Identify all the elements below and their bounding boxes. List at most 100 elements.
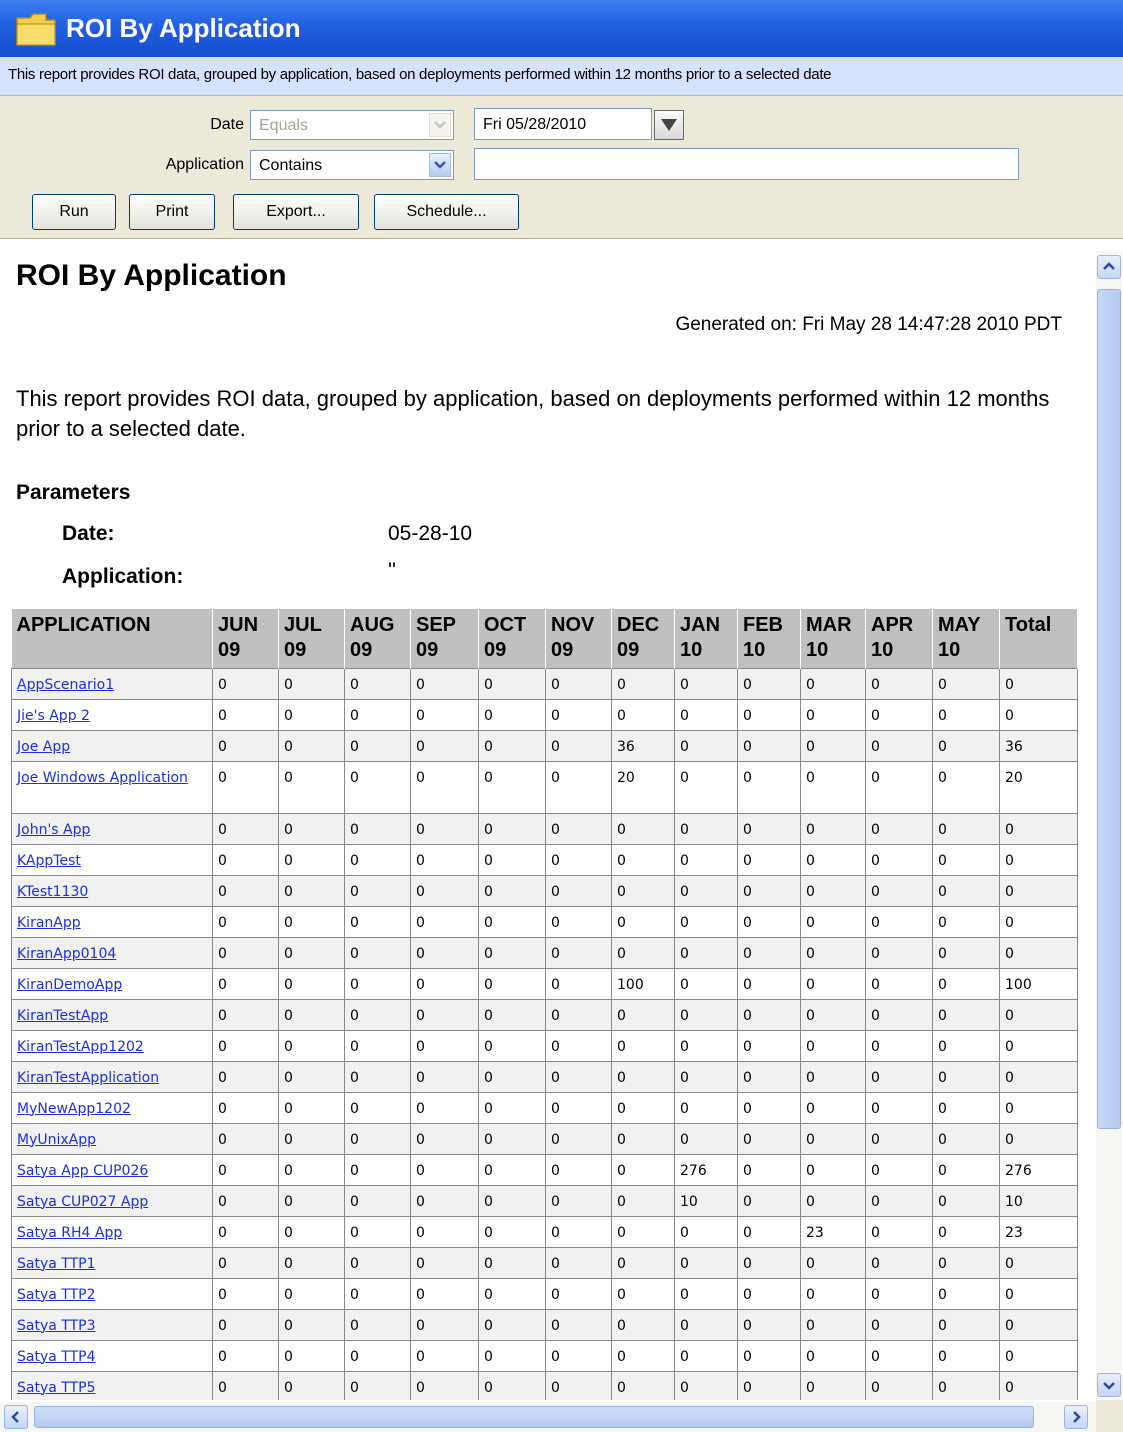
month-value-cell: 0 [344, 998, 411, 1031]
month-value-cell: 0 [278, 1215, 345, 1248]
application-link[interactable]: KAppTest [17, 853, 81, 869]
month-value-cell: 0 [865, 1184, 933, 1217]
month-value-cell: 0 [278, 1308, 345, 1341]
table-row: MyUnixApp 0 0 0 0 0 0 0 0 0 0 0 0 0 [11, 1122, 1078, 1155]
month-value-cell: 0 [611, 843, 675, 876]
application-link[interactable]: MyUnixApp [17, 1132, 96, 1148]
month-value-cell: 0 [344, 1339, 411, 1372]
horizontal-scrollbar[interactable] [0, 1402, 1096, 1432]
chevron-down-icon [1103, 1382, 1115, 1390]
calendar-dropdown-button[interactable] [654, 110, 684, 140]
month-value-cell: 0 [478, 1184, 546, 1217]
horizontal-scroll-thumb[interactable] [34, 1406, 1034, 1428]
application-link[interactable]: Satya TTP2 [17, 1287, 95, 1303]
table-row: Satya App CUP026 0 0 0 0 0 0 0 276 0 0 0 0 276 [11, 1153, 1078, 1186]
month-value-cell: 0 [478, 1153, 546, 1186]
month-value-cell: 0 [611, 1277, 675, 1310]
scroll-left-button[interactable] [4, 1405, 28, 1429]
scroll-down-button[interactable] [1097, 1373, 1121, 1397]
application-cell: KiranApp0104 [11, 936, 213, 969]
scroll-right-button[interactable] [1064, 1405, 1088, 1429]
month-value-cell: 0 [545, 812, 612, 845]
triangle-down-icon [661, 119, 677, 131]
month-value-cell: 0 [478, 998, 546, 1031]
filter-panel: Date Equals Fri 05/28/2010 Application C… [0, 96, 1123, 239]
application-link[interactable]: KiranApp0104 [17, 946, 116, 962]
month-value-cell: 0 [212, 905, 279, 938]
total-cell: 0 [999, 1339, 1078, 1372]
application-link[interactable]: Satya TTP3 [17, 1318, 95, 1334]
month-value-cell: 0 [737, 1215, 801, 1248]
application-link[interactable]: KTest1130 [17, 884, 88, 900]
total-cell: 0 [999, 1060, 1078, 1093]
application-link[interactable]: Satya App CUP026 [17, 1163, 148, 1179]
application-link[interactable]: AppScenario1 [17, 677, 114, 693]
month-value-cell: 0 [932, 1370, 1000, 1400]
application-link[interactable]: Satya RH4 App [17, 1225, 122, 1241]
scroll-up-button[interactable] [1097, 255, 1121, 279]
month-value-cell: 0 [932, 1122, 1000, 1155]
run-button[interactable]: Run [32, 194, 116, 230]
chevron-right-icon [1073, 1411, 1081, 1423]
application-link[interactable]: KiranApp [17, 915, 81, 931]
month-value-cell: 0 [737, 1122, 801, 1155]
vertical-scroll-thumb[interactable] [1097, 289, 1121, 1129]
print-button[interactable]: Print [129, 194, 215, 230]
month-value-cell: 0 [212, 698, 279, 731]
application-link[interactable]: KiranDemoApp [17, 977, 122, 993]
column-header: APR 10 [865, 609, 933, 668]
param-label-application: Application: [62, 565, 184, 588]
month-value-cell: 0 [865, 967, 933, 1000]
date-input[interactable]: Fri 05/28/2010 [474, 108, 652, 140]
export-button[interactable]: Export... [233, 194, 359, 230]
month-value-cell: 0 [800, 998, 866, 1031]
month-value-cell: 0 [344, 1122, 411, 1155]
month-value-cell: 0 [545, 1215, 612, 1248]
application-link[interactable]: KiranTestApplication [17, 1070, 159, 1086]
application-link[interactable]: Jie's App 2 [17, 708, 90, 724]
month-value-cell: 0 [278, 1184, 345, 1217]
month-value-cell: 0 [865, 812, 933, 845]
month-value-cell: 0 [545, 667, 612, 700]
schedule-button[interactable]: Schedule... [374, 194, 519, 230]
description-text: This report provides ROI data, grouped b… [8, 66, 832, 83]
application-link[interactable]: Satya CUP027 App [17, 1194, 148, 1210]
month-value-cell: 23 [800, 1215, 866, 1248]
month-value-cell: 0 [344, 1153, 411, 1186]
month-value-cell: 0 [932, 1029, 1000, 1062]
chevron-up-icon [1103, 262, 1115, 270]
window-title: ROI By Application [66, 13, 301, 43]
application-link[interactable]: Satya TTP5 [17, 1380, 95, 1396]
month-value-cell: 0 [611, 1122, 675, 1155]
column-header: SEP 09 [410, 609, 479, 668]
application-link[interactable]: KiranTestApp [17, 1008, 108, 1024]
table-row: Satya CUP027 App 0 0 0 0 0 0 0 10 0 0 0 0 10 [11, 1184, 1078, 1217]
vertical-scrollbar[interactable] [1096, 251, 1122, 1400]
column-header: AUG 09 [344, 609, 411, 668]
month-value-cell: 0 [611, 1184, 675, 1217]
table-row: KiranApp0104 0 0 0 0 0 0 0 0 0 0 0 0 0 [11, 936, 1078, 969]
month-value-cell: 0 [344, 843, 411, 876]
chevron-down-icon[interactable] [429, 153, 451, 177]
month-value-cell: 0 [344, 1184, 411, 1217]
month-value-cell: 0 [410, 1091, 479, 1124]
total-cell: 0 [999, 998, 1078, 1031]
total-cell: 0 [999, 698, 1078, 731]
month-value-cell: 0 [478, 1308, 546, 1341]
month-value-cell: 0 [611, 998, 675, 1031]
title-bar: ROI By Application [0, 0, 1123, 57]
application-link[interactable]: MyNewApp1202 [17, 1101, 131, 1117]
generated-timestamp: Generated on: Fri May 28 14:47:28 2010 P… [675, 314, 1062, 335]
application-link[interactable]: Joe App [17, 739, 70, 755]
application-link[interactable]: Joe Windows Application [17, 770, 188, 786]
month-value-cell: 0 [478, 698, 546, 731]
application-link[interactable]: Satya TTP4 [17, 1349, 95, 1365]
application-link[interactable]: John's App [17, 822, 90, 838]
application-cell: MyNewApp1202 [11, 1091, 213, 1124]
application-operator-select[interactable]: Contains [250, 150, 454, 180]
application-link[interactable]: KiranTestApp1202 [17, 1039, 144, 1055]
month-value-cell: 0 [212, 1215, 279, 1248]
month-value-cell: 0 [212, 1029, 279, 1062]
application-input[interactable] [474, 148, 1019, 180]
application-link[interactable]: Satya TTP1 [17, 1256, 95, 1272]
